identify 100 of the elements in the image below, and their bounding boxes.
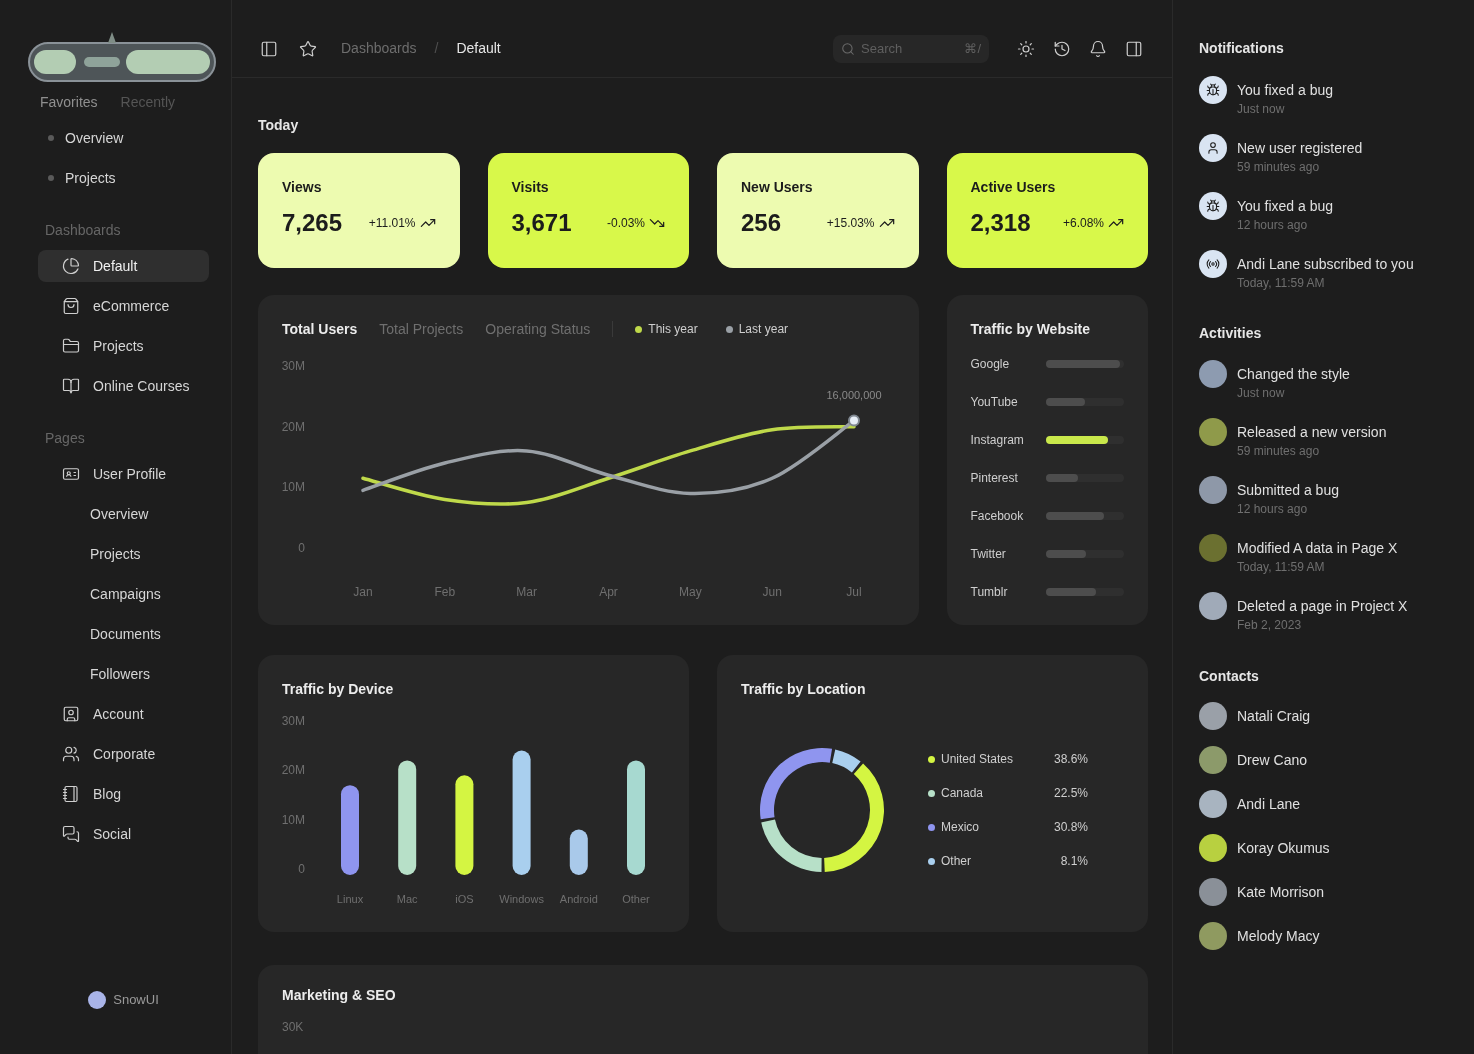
stat-change: +11.01% (368, 215, 416, 232)
sidebar-toggle-icon[interactable] (1125, 39, 1143, 58)
sun-icon[interactable] (1017, 39, 1035, 58)
stat-label: Visits (511, 178, 550, 197)
nav-subitem[interactable]: Projects (90, 544, 141, 564)
axis-tick-label: Windows (499, 893, 544, 905)
star-icon[interactable] (299, 39, 317, 58)
axis-tick-label: Android (559, 893, 598, 905)
nav-item[interactable]: Social (62, 824, 132, 844)
contact-name[interactable]: Drew Cano (1237, 750, 1308, 770)
card-title: Traffic by Website (970, 320, 1092, 339)
axis-tick-label: 10M (282, 812, 305, 827)
contact-name[interactable]: Natali Craig (1237, 706, 1311, 726)
chat-bubbles-icon (62, 825, 80, 843)
card-title: Traffic by Location (741, 680, 867, 699)
card-title: Marketing & SEO (282, 986, 397, 1005)
nav-item[interactable]: Projects (38, 330, 209, 362)
notification-title: You fixed a bug (1237, 81, 1333, 100)
activity-time: Today, 11:59 AM (1237, 559, 1326, 576)
sidebar-toggle-icon[interactable] (260, 39, 278, 58)
axis-tick-label: Mar (516, 585, 537, 599)
site-name: YouTube (970, 394, 1019, 411)
legend-label: United States (941, 751, 1014, 768)
notification-time: 12 hours ago (1237, 217, 1309, 234)
card-title: Traffic by Device (282, 680, 395, 699)
stat-value: 7,265 (282, 208, 343, 238)
legend-label: Other (941, 853, 971, 870)
site-name: Google (970, 356, 1011, 373)
legend-label: Last year (738, 321, 789, 338)
notebook-icon (62, 785, 80, 803)
contact-name[interactable]: Melody Macy (1237, 926, 1320, 946)
sidebar-tab[interactable]: Favorites (40, 92, 98, 112)
nav-item[interactable]: Corporate (62, 744, 156, 764)
legend-value: 8.1% (1060, 853, 1088, 870)
axis-tick-label: Jan (353, 585, 373, 599)
open-book-icon (62, 377, 80, 395)
activity-title: Changed the style (1237, 365, 1350, 384)
stat-value: 2,318 (970, 208, 1031, 238)
activity-time: 12 hours ago (1237, 501, 1309, 518)
stat-change: +15.03% (826, 215, 875, 232)
axis-tick-label: 30M (282, 714, 305, 728)
breadcrumb-link[interactable]: Default (456, 38, 501, 59)
section-heading: Contacts (1199, 667, 1260, 686)
notification-title: You fixed a bug (1237, 197, 1333, 216)
nav-item[interactable]: Online Courses (38, 370, 209, 402)
stat-label: Views (282, 178, 323, 197)
stat-change: -0.03% (606, 215, 645, 232)
favorite-link[interactable]: Projects (65, 168, 116, 188)
id-card-icon (62, 465, 80, 483)
axis-tick-label: Mac (396, 893, 418, 905)
site-name: Pinterest (970, 470, 1019, 487)
axis-tick-label: Apr (599, 585, 618, 599)
axis-tick-label: Feb (434, 585, 456, 599)
axis-tick-label: Other (622, 893, 650, 905)
nav-item[interactable]: Blog (62, 784, 122, 804)
search-icon (841, 41, 855, 56)
breadcrumb-separator: / (434, 39, 439, 58)
history-icon[interactable] (1053, 39, 1071, 58)
notification-time: Today, 11:59 AM (1237, 275, 1326, 292)
nav-item[interactable]: Account (62, 704, 144, 724)
activity-time: 59 minutes ago (1237, 443, 1321, 460)
nav-subitem[interactable]: Followers (90, 664, 150, 684)
axis-tick-label: Linux (336, 893, 364, 905)
legend-label: This year (648, 321, 698, 338)
axis-tick-label: 20M (282, 763, 305, 778)
site-name: Instagram (970, 432, 1025, 449)
contact-name[interactable]: Koray Okumus (1237, 838, 1330, 858)
axis-tick-label: iOS (455, 893, 474, 905)
bullet-icon (48, 175, 54, 181)
axis-tick-label: 0 (298, 541, 305, 555)
site-name: Twitter (970, 546, 1007, 563)
axis-tick-label: 30M (282, 359, 305, 373)
user-square-icon (62, 705, 80, 723)
legend-value: 22.5% (1053, 785, 1088, 802)
nav-item[interactable]: eCommerce (38, 290, 209, 322)
activity-title: Modified A data in Page X (1237, 539, 1398, 558)
activity-time: Feb 2, 2023 (1237, 617, 1303, 634)
notification-time: 59 minutes ago (1237, 159, 1321, 176)
nav-item[interactable]: User Profile (62, 464, 167, 484)
legend-value: 38.6% (1053, 751, 1088, 768)
favorite-link[interactable]: Overview (65, 128, 124, 148)
notification-time: Just now (1237, 101, 1286, 118)
notification-title: Andi Lane subscribed to you (1237, 255, 1414, 274)
activity-title: Released a new version (1237, 423, 1387, 442)
notification-title: New user registered (1237, 139, 1363, 158)
contact-name[interactable]: Andi Lane (1237, 794, 1301, 814)
nav-subitem[interactable]: Documents (90, 624, 161, 644)
chart-tab[interactable]: Total Users (282, 319, 358, 339)
section-heading: Notifications (1199, 39, 1285, 58)
nav-subitem[interactable]: Campaigns (90, 584, 161, 604)
section-heading: Activities (1199, 324, 1263, 343)
contact-name[interactable]: Kate Morrison (1237, 882, 1325, 902)
stat-label: New Users (741, 178, 814, 197)
bell-icon[interactable] (1089, 39, 1107, 58)
activity-time: Just now (1237, 385, 1286, 402)
axis-tick-label: 0 (298, 862, 305, 876)
tooltip-value: 16,000,000 (826, 388, 882, 401)
nav-subitem[interactable]: Overview (90, 504, 149, 524)
legend-label: Canada (941, 785, 984, 802)
nav-item[interactable]: Default (38, 250, 209, 282)
